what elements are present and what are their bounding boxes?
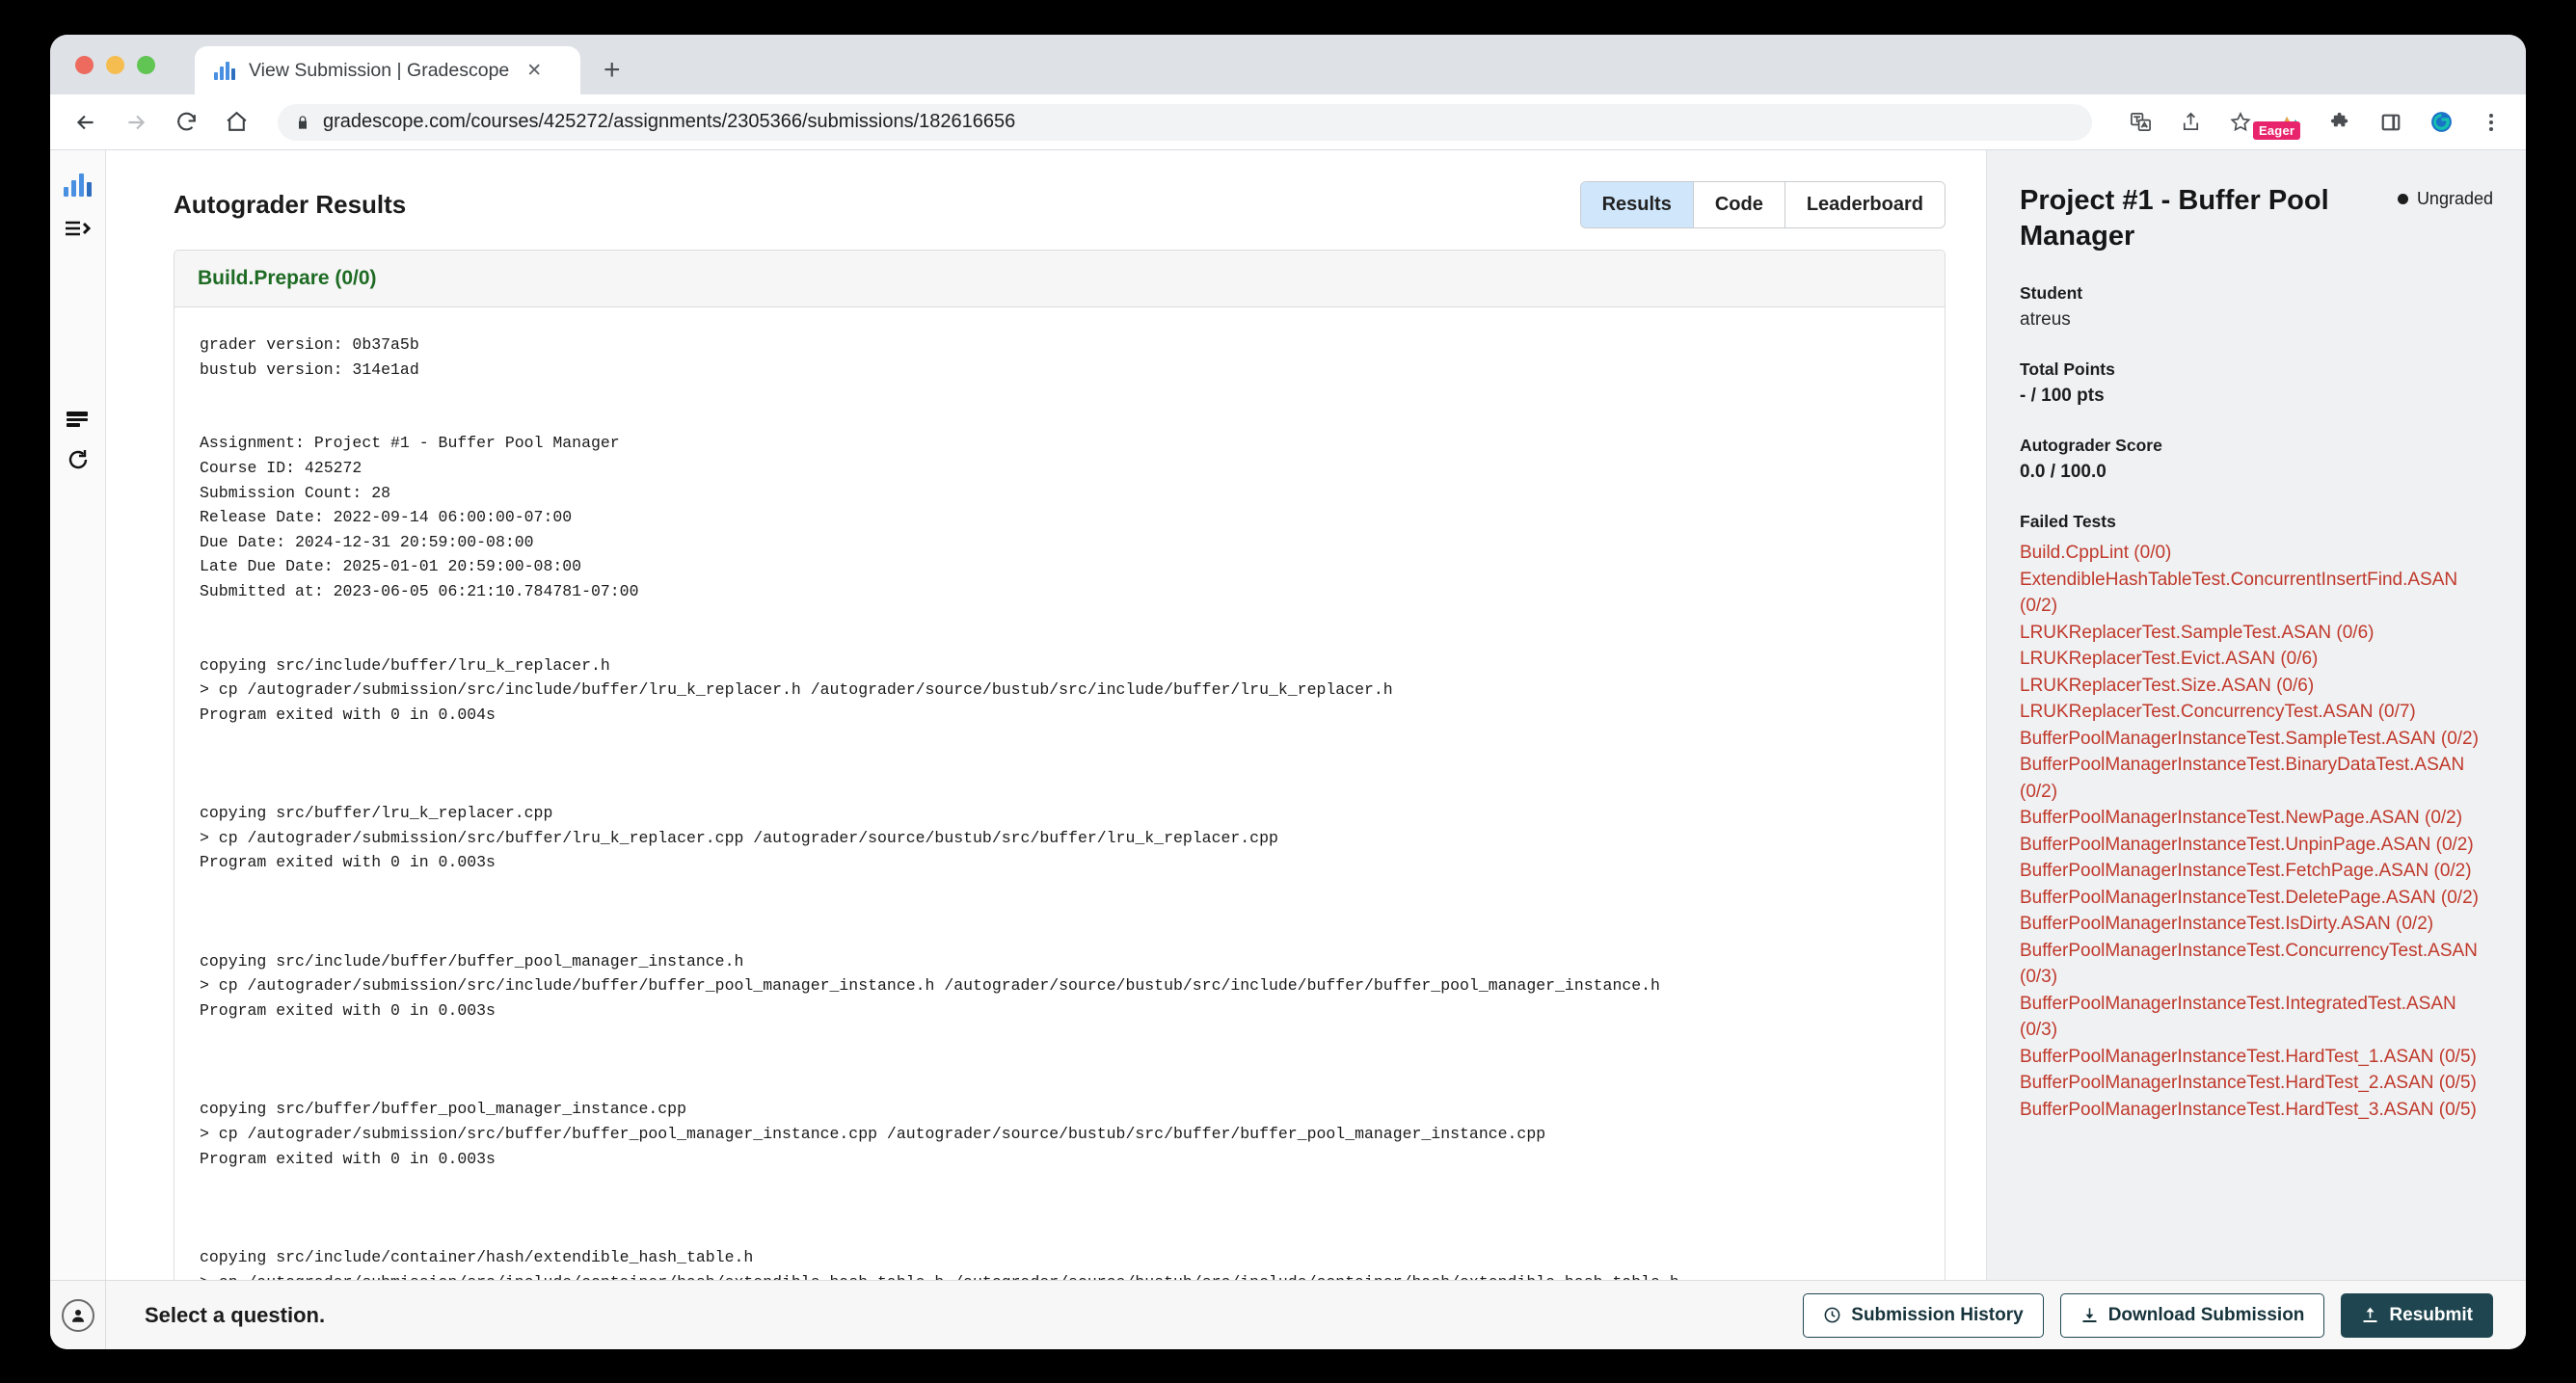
autograder-score-block: Autograder Score 0.0 / 100.0 bbox=[2020, 436, 2493, 483]
failed-test-link[interactable]: BufferPoolManagerInstanceTest.NewPage.AS… bbox=[2020, 805, 2493, 832]
browser-menu-icon[interactable] bbox=[2478, 109, 2505, 136]
forward-arrow-icon[interactable] bbox=[121, 108, 150, 137]
download-icon bbox=[2080, 1306, 2099, 1324]
page-body: Autograder Results Results Code Leaderbo… bbox=[50, 150, 2526, 1280]
eager-extension-badge: Eager bbox=[2253, 120, 2301, 140]
status-badge: Ungraded bbox=[2397, 183, 2493, 209]
share-icon[interactable] bbox=[2177, 109, 2204, 136]
url-bar[interactable]: gradescope.com/courses/425272/assignment… bbox=[278, 103, 2092, 141]
failed-test-link[interactable]: BufferPoolManagerInstanceTest.DeletePage… bbox=[2020, 885, 2493, 912]
expand-menu-icon[interactable] bbox=[59, 210, 97, 247]
download-submission-button[interactable]: Download Submission bbox=[2059, 1292, 2325, 1338]
failed-test-link[interactable]: BufferPoolManagerInstanceTest.UnpinPage.… bbox=[2020, 832, 2493, 859]
browser-tabstrip: View Submission | Gradescope ✕ + bbox=[50, 35, 2526, 94]
failed-test-link[interactable]: BufferPoolManagerInstanceTest.IsDirty.AS… bbox=[2020, 911, 2493, 938]
failed-test-link[interactable]: BufferPoolManagerInstanceTest.HardTest_1… bbox=[2020, 1044, 2493, 1071]
student-block: Student atreus bbox=[2020, 283, 2493, 331]
home-icon[interactable] bbox=[222, 108, 251, 137]
bookmark-star-icon[interactable] bbox=[2227, 109, 2254, 136]
back-arrow-icon[interactable] bbox=[71, 108, 100, 137]
failed-test-link[interactable]: BufferPoolManagerInstanceTest.BinaryData… bbox=[2020, 752, 2493, 805]
avatar[interactable] bbox=[50, 1281, 106, 1349]
view-tab-group: Results Code Leaderboard bbox=[1579, 181, 1945, 228]
content-header: Autograder Results Results Code Leaderbo… bbox=[106, 150, 1986, 250]
url-text: gradescope.com/courses/425272/assignment… bbox=[323, 111, 1016, 132]
download-submission-label: Download Submission bbox=[2107, 1304, 2305, 1325]
lock-icon bbox=[299, 115, 307, 129]
gradescope-favicon-icon bbox=[214, 61, 235, 80]
translate-icon[interactable] bbox=[2127, 109, 2154, 136]
failed-test-link[interactable]: Build.CppLint (0/0) bbox=[2020, 540, 2493, 567]
select-question-message: Select a question. bbox=[145, 1302, 326, 1327]
failed-test-link[interactable]: BufferPoolManagerInstanceTest.FetchPage.… bbox=[2020, 858, 2493, 885]
failed-test-link[interactable]: BufferPoolManagerInstanceTest.HardTest_3… bbox=[2020, 1097, 2493, 1124]
sidebar-toggle-icon[interactable] bbox=[2377, 109, 2404, 136]
tab-code[interactable]: Code bbox=[1693, 182, 1785, 227]
browser-address-bar: gradescope.com/courses/425272/assignment… bbox=[50, 94, 2526, 150]
extensions-puzzle-icon[interactable] bbox=[2327, 109, 2354, 136]
autograder-score-value: 0.0 / 100.0 bbox=[2020, 462, 2106, 483]
submission-sidebar: Project #1 - Buffer Pool Manager Ungrade… bbox=[1986, 150, 2526, 1280]
test-output-text: grader version: 0b37a5b bustub version: … bbox=[200, 335, 1679, 1280]
results-scroll-area[interactable]: Build.Prepare (0/0) grader version: 0b37… bbox=[106, 250, 1986, 1280]
test-result-header[interactable]: Build.Prepare (0/0) bbox=[174, 251, 1945, 307]
left-rail bbox=[50, 150, 106, 1280]
gradescope-logo-icon bbox=[64, 172, 92, 197]
failed-test-link[interactable]: LRUKReplacerTest.Evict.ASAN (0/6) bbox=[2020, 646, 2493, 673]
failed-test-link[interactable]: LRUKReplacerTest.SampleTest.ASAN (0/6) bbox=[2020, 620, 2493, 647]
failed-test-link[interactable]: LRUKReplacerTest.Size.ASAN (0/6) bbox=[2020, 673, 2493, 700]
window-controls[interactable] bbox=[75, 56, 155, 74]
submission-history-label: Submission History bbox=[1851, 1304, 2024, 1325]
failed-test-link[interactable]: BufferPoolManagerInstanceTest.SampleTest… bbox=[2020, 726, 2493, 753]
tab-results[interactable]: Results bbox=[1580, 182, 1694, 227]
minimize-window-button[interactable] bbox=[106, 56, 124, 74]
autograder-score-label: Autograder Score bbox=[2020, 436, 2162, 456]
resubmit-button[interactable]: Resubmit bbox=[2341, 1292, 2493, 1338]
status-dot-icon bbox=[2397, 194, 2408, 204]
sidebar-header: Project #1 - Buffer Pool Manager Ungrade… bbox=[2020, 183, 2493, 254]
main-content: Autograder Results Results Code Leaderbo… bbox=[106, 150, 1986, 1280]
status-label: Ungraded bbox=[2416, 189, 2493, 208]
close-tab-icon[interactable]: ✕ bbox=[526, 60, 542, 82]
assignment-title: Project #1 - Buffer Pool Manager bbox=[2020, 185, 2329, 253]
failed-tests-list: Build.CppLint (0/0) ExtendibleHashTableTe… bbox=[2020, 540, 2493, 1123]
new-tab-icon[interactable]: + bbox=[604, 54, 621, 87]
failed-test-link[interactable]: BufferPoolManagerInstanceTest.Concurrenc… bbox=[2020, 938, 2493, 991]
browser-tab-title: View Submission | Gradescope bbox=[249, 59, 510, 81]
browser-tab[interactable]: View Submission | Gradescope ✕ bbox=[195, 46, 580, 94]
page-title: Autograder Results bbox=[174, 190, 407, 219]
close-window-button[interactable] bbox=[75, 56, 94, 74]
failed-test-link[interactable]: LRUKReplacerTest.ConcurrencyTest.ASAN (0… bbox=[2020, 699, 2493, 726]
bottom-action-bar: Select a question. Submission History Do… bbox=[50, 1280, 2526, 1349]
clock-icon bbox=[1823, 1306, 1841, 1324]
total-points-label: Total Points bbox=[2020, 359, 2115, 380]
upload-icon bbox=[2361, 1306, 2379, 1324]
test-result-card: Build.Prepare (0/0) grader version: 0b37… bbox=[174, 250, 1945, 1280]
total-points-block: Total Points - / 100 pts bbox=[2020, 359, 2493, 407]
failed-test-link[interactable]: BufferPoolManagerInstanceTest.Integrated… bbox=[2020, 991, 2493, 1044]
reload-icon[interactable] bbox=[172, 108, 201, 137]
browser-window: View Submission | Gradescope ✕ + gradesc… bbox=[50, 35, 2526, 1349]
failed-tests-block: Failed Tests Build.CppLint (0/0) Extendib… bbox=[2020, 512, 2493, 1123]
failed-test-link[interactable]: ExtendibleHashTableTest.ConcurrentInsert… bbox=[2020, 567, 2493, 620]
student-label: Student bbox=[2020, 283, 2083, 304]
user-avatar-icon bbox=[61, 1298, 94, 1332]
profile-extension-icon[interactable] bbox=[2428, 109, 2455, 136]
failed-test-link[interactable]: BufferPoolManagerInstanceTest.HardTest_2… bbox=[2020, 1070, 2493, 1097]
bottom-bar-actions: Submission History Download Submission R… bbox=[1803, 1281, 2526, 1349]
failed-tests-label: Failed Tests bbox=[2020, 512, 2116, 532]
question-list-icon[interactable] bbox=[59, 401, 97, 438]
browser-toolbar-icons: Eager bbox=[2127, 109, 2505, 140]
student-name: atreus bbox=[2020, 309, 2071, 331]
total-points-value: - / 100 pts bbox=[2020, 386, 2105, 407]
resubmit-label: Resubmit bbox=[2389, 1304, 2473, 1325]
submission-history-button[interactable]: Submission History bbox=[1803, 1292, 2044, 1338]
tab-leaderboard[interactable]: Leaderboard bbox=[1784, 182, 1945, 227]
refresh-icon[interactable] bbox=[59, 441, 97, 478]
maximize-window-button[interactable] bbox=[137, 56, 155, 74]
